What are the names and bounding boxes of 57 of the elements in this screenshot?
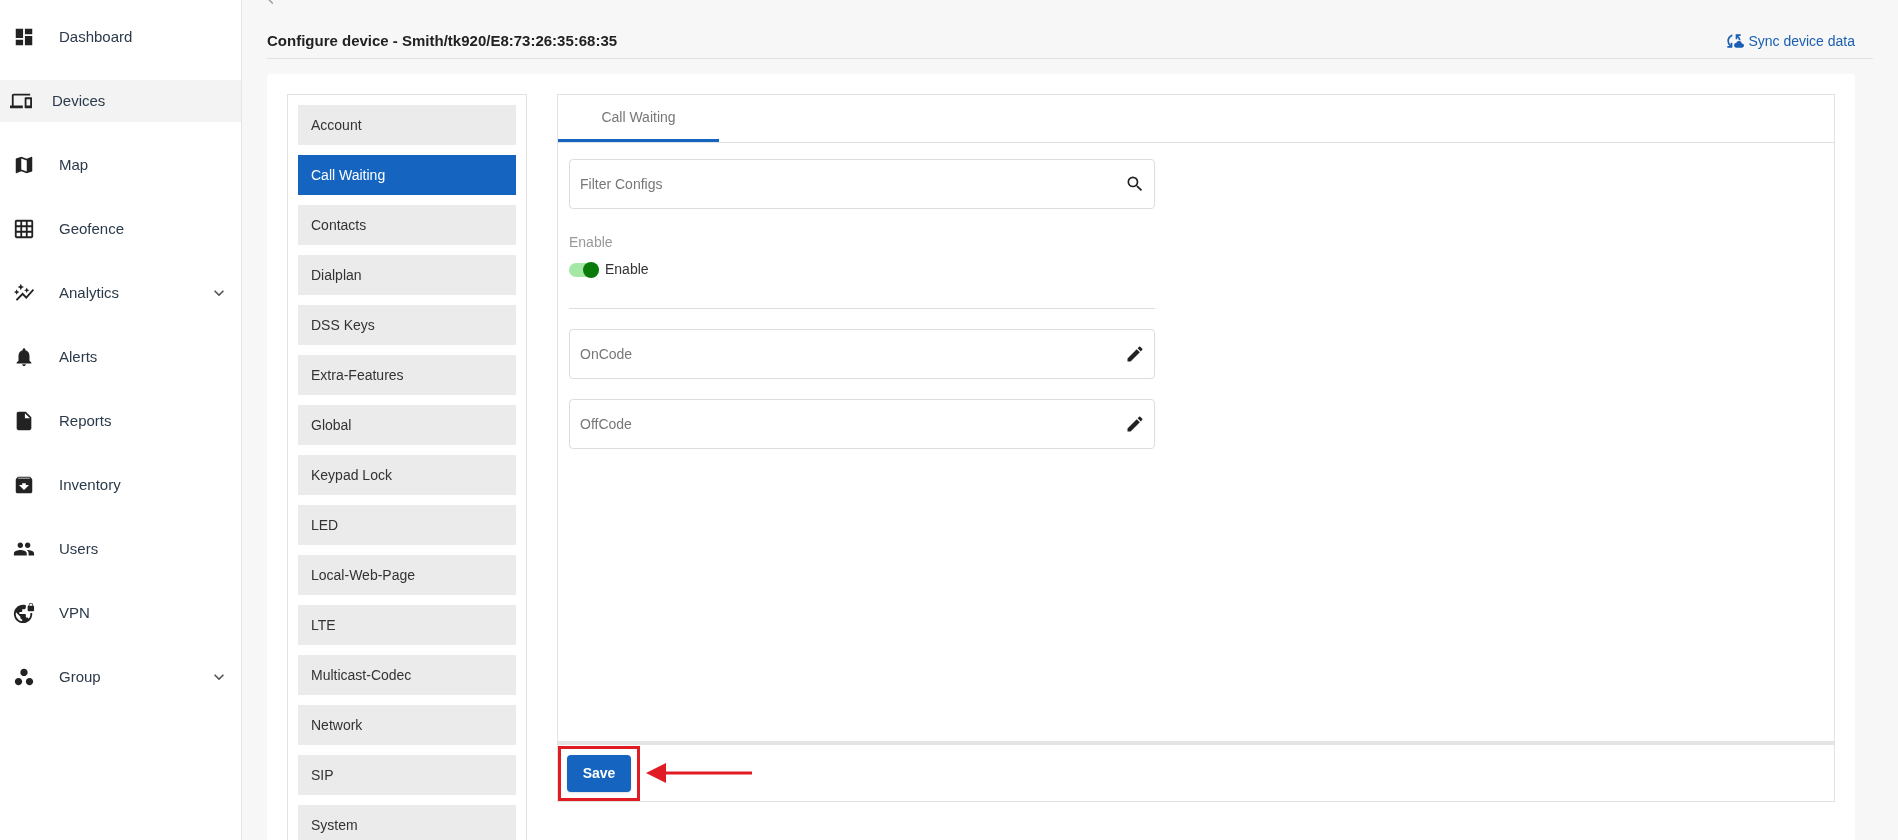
search-icon[interactable] (1125, 174, 1145, 194)
config-menu-item[interactable]: Network (298, 705, 516, 745)
sidebar-label: Group (59, 666, 102, 687)
sidebar-item[interactable]: Dashboard (0, 16, 241, 58)
config-menu-item[interactable]: Call Waiting (298, 155, 516, 195)
sidebar-label: Reports (59, 410, 113, 431)
config-menu-item[interactable]: SIP (298, 755, 516, 795)
sidebar-item[interactable]: Group (0, 656, 241, 698)
sidebar-label: VPN (59, 602, 91, 623)
sidebar-item[interactable]: Analytics (0, 272, 241, 314)
map-icon (13, 154, 35, 176)
enable-label: Enable (569, 233, 613, 252)
pencil-icon[interactable] (1125, 414, 1145, 434)
sidebar-item[interactable]: Inventory (0, 464, 241, 506)
sidebar-item[interactable]: Devices (0, 80, 241, 122)
sync-link[interactable]: Sync device data (1724, 30, 1855, 52)
sidebar-label: Map (59, 154, 90, 175)
config-menu-item[interactable]: Keypad Lock (298, 455, 516, 495)
config-menu-item[interactable]: Global (298, 405, 516, 445)
toggle-label: Enable (605, 260, 649, 279)
save-button[interactable]: Save (567, 754, 631, 792)
sidebar-label: Geofence (59, 218, 126, 239)
config-menu-item[interactable]: Extra-Features (298, 355, 516, 395)
sidebar-label: Dashboard (59, 26, 134, 47)
config-menu-item[interactable]: LED (298, 505, 516, 545)
code-field[interactable]: OffCode (569, 399, 1155, 449)
config-menu-item[interactable]: DSS Keys (298, 305, 516, 345)
sidebar-item[interactable]: Geofence (0, 208, 241, 250)
sidebar-item[interactable]: Reports (0, 400, 241, 442)
toggle-switch[interactable] (569, 262, 599, 277)
config-menu-item[interactable]: Multicast-Codec (298, 655, 516, 695)
config-menu-item[interactable]: Contacts (298, 205, 516, 245)
pencil-icon[interactable] (1125, 344, 1145, 364)
config-menu-item[interactable]: Account (298, 105, 516, 145)
config-menu-item[interactable]: Dialplan (298, 255, 516, 295)
archive-box-icon (13, 474, 35, 496)
sync-icon (1724, 31, 1745, 51)
tab[interactable]: Call Waiting (558, 95, 719, 142)
sidebar-item[interactable]: Map (0, 144, 241, 186)
sidebar-label: Users (59, 538, 100, 559)
sidebar-label: Alerts (59, 346, 99, 367)
config-menu-item[interactable]: System (298, 805, 516, 840)
sidebar-label: Devices (52, 90, 107, 111)
filter-field[interactable]: Filter Configs (569, 159, 1155, 209)
page-title: Configure device - Smith/tk920/E8:73:26:35:68:35 (267, 30, 618, 51)
sidebar-label: Analytics (59, 282, 121, 303)
sidebar-item[interactable]: Alerts (0, 336, 241, 378)
dashboard-icon (13, 26, 35, 48)
sidebar-label: Inventory (59, 474, 122, 495)
config-menu-item[interactable]: Local-Web-Page (298, 555, 516, 595)
grid-icon (13, 218, 35, 240)
sidebar-item[interactable]: Users (0, 528, 241, 570)
code-field[interactable]: OnCode (569, 329, 1155, 379)
circles-icon (13, 666, 35, 688)
sidebar-item[interactable]: VPN (0, 592, 241, 634)
config-menu-item[interactable]: LTE (298, 605, 516, 645)
globe-lock-icon (13, 602, 35, 624)
